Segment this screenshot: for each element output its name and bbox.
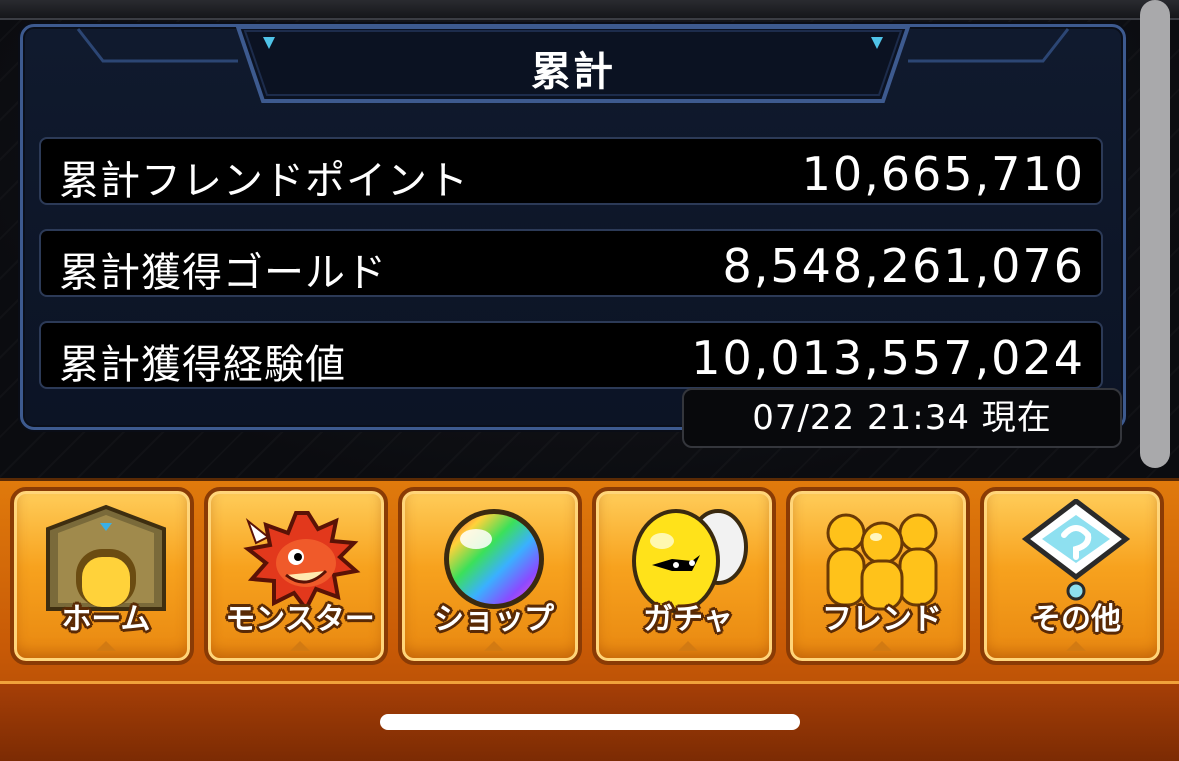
nav-home-label: ホーム xyxy=(61,602,151,637)
nav-shop-label: ショップ xyxy=(434,602,554,637)
stat-row-experience: 累計獲得経験値 10,013,557,024 xyxy=(39,321,1103,389)
nav-other-button[interactable]: その他 xyxy=(980,487,1164,665)
scrollbar[interactable] xyxy=(1140,0,1170,468)
stat-value: 10,013,557,024 xyxy=(691,331,1085,385)
nav-indicator xyxy=(872,641,892,651)
nav-indicator xyxy=(96,641,116,651)
stat-row-gold: 累計獲得ゴールド 8,548,261,076 xyxy=(39,229,1103,297)
panel-header: 累計 xyxy=(23,27,1123,107)
timestamp-badge: 07/22 21:34 現在 xyxy=(682,388,1122,448)
nav-monster-label: モンスター xyxy=(225,602,375,637)
top-strip xyxy=(0,0,1179,20)
nav-monster-button[interactable]: モンスター xyxy=(204,487,388,665)
nav-indicator xyxy=(678,641,698,651)
nav-shop-button[interactable]: ショップ xyxy=(398,487,582,665)
nav-indicator xyxy=(290,641,310,651)
nav-other-label: その他 xyxy=(1031,602,1121,637)
nav-home-button[interactable]: ホーム xyxy=(10,487,194,665)
nav-friend-label: フレンド xyxy=(822,602,942,637)
nav-indicator xyxy=(484,641,504,651)
stat-label: 累計フレンドポイント xyxy=(59,158,469,204)
home-indicator[interactable] xyxy=(380,714,800,730)
nav-gacha-button[interactable]: ガチャ xyxy=(592,487,776,665)
nav-friend-button[interactable]: フレンド xyxy=(786,487,970,665)
stats-panel: 累計 累計フレンドポイント 10,665,710 累計獲得ゴールド 8,548,… xyxy=(20,24,1126,430)
nav-indicator xyxy=(1066,641,1086,651)
panel-title: 累計 xyxy=(531,49,615,95)
stat-label: 累計獲得経験値 xyxy=(59,342,346,388)
stat-row-friend-points: 累計フレンドポイント 10,665,710 xyxy=(39,137,1103,205)
stat-value: 8,548,261,076 xyxy=(722,239,1085,293)
stat-value: 10,665,710 xyxy=(801,147,1085,201)
stat-label: 累計獲得ゴールド xyxy=(59,250,387,296)
nav-gacha-label: ガチャ xyxy=(643,602,733,637)
